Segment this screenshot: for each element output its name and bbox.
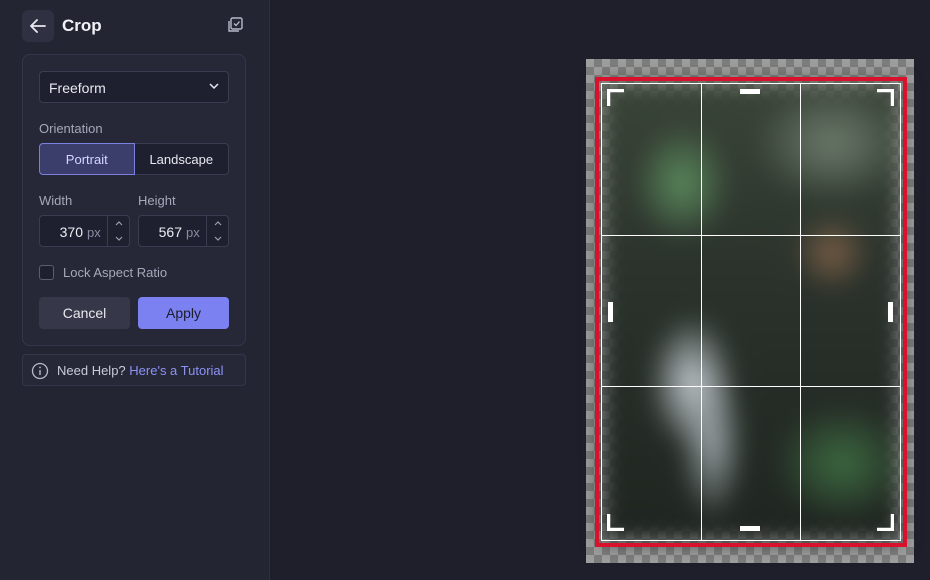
crop-grid-line [701, 83, 702, 541]
width-stepper [107, 216, 129, 246]
chevron-up-icon [115, 221, 122, 226]
height-increment-button[interactable] [207, 216, 228, 231]
width-input[interactable]: 370 px [39, 215, 130, 247]
crop-corner-handle-bottom-left[interactable] [607, 513, 625, 531]
crop-header: Crop [22, 10, 248, 42]
crop-edge-handle-left[interactable] [608, 302, 613, 322]
lock-aspect-label[interactable]: Lock Aspect Ratio [63, 265, 167, 280]
help-text: Need Help? Here's a Tutorial [57, 363, 224, 378]
crop-grid-line [800, 83, 801, 541]
help-box: Need Help? Here's a Tutorial [22, 354, 246, 386]
width-decrement-button[interactable] [108, 231, 129, 246]
tutorial-link[interactable]: Here's a Tutorial [129, 363, 223, 378]
copy-icon [228, 17, 243, 32]
height-unit: px [186, 225, 200, 240]
chevron-down-icon [209, 83, 219, 90]
back-button[interactable] [22, 10, 54, 42]
aspect-ratio-value: Freeform [49, 80, 106, 96]
chevron-down-icon [214, 236, 221, 241]
width-increment-button[interactable] [108, 216, 129, 231]
height-stepper [206, 216, 228, 246]
back-arrow-icon [30, 19, 46, 33]
height-input[interactable]: 567 px [138, 215, 229, 247]
landscape-button[interactable]: Landscape [134, 143, 229, 175]
height-decrement-button[interactable] [207, 231, 228, 246]
copy-button[interactable] [226, 16, 246, 36]
info-icon [31, 362, 49, 380]
cancel-button[interactable]: Cancel [39, 297, 130, 329]
crop-edge-handle-bottom[interactable] [740, 526, 760, 531]
width-label: Width [39, 193, 73, 208]
height-label: Height [138, 193, 176, 208]
portrait-button[interactable]: Portrait [39, 143, 135, 175]
chevron-down-icon [115, 236, 122, 241]
crop-area[interactable] [601, 83, 901, 541]
orientation-toggle: Portrait Landscape [39, 143, 229, 175]
width-value: 370 [59, 224, 83, 240]
orientation-label: Orientation [39, 121, 103, 136]
crop-sidebar: Crop Freeform Orientation Portrait Lands… [0, 0, 270, 580]
crop-settings-panel: Freeform Orientation Portrait Landscape … [22, 54, 246, 346]
crop-grid-line [601, 386, 901, 387]
crop-edge-handle-right[interactable] [888, 302, 893, 322]
crop-grid-line [601, 235, 901, 236]
width-unit: px [87, 225, 101, 240]
crop-corner-handle-top-left[interactable] [607, 89, 625, 107]
crop-corner-handle-top-right[interactable] [876, 89, 894, 107]
crop-corner-handle-bottom-right[interactable] [876, 513, 894, 531]
page-title: Crop [62, 16, 102, 35]
crop-edge-handle-top[interactable] [740, 89, 760, 94]
aspect-ratio-select[interactable]: Freeform [39, 71, 229, 103]
apply-button[interactable]: Apply [138, 297, 229, 329]
chevron-up-icon [214, 221, 221, 226]
help-prompt: Need Help? [57, 363, 126, 378]
height-value: 567 [158, 224, 182, 240]
lock-aspect-checkbox[interactable] [39, 265, 54, 280]
